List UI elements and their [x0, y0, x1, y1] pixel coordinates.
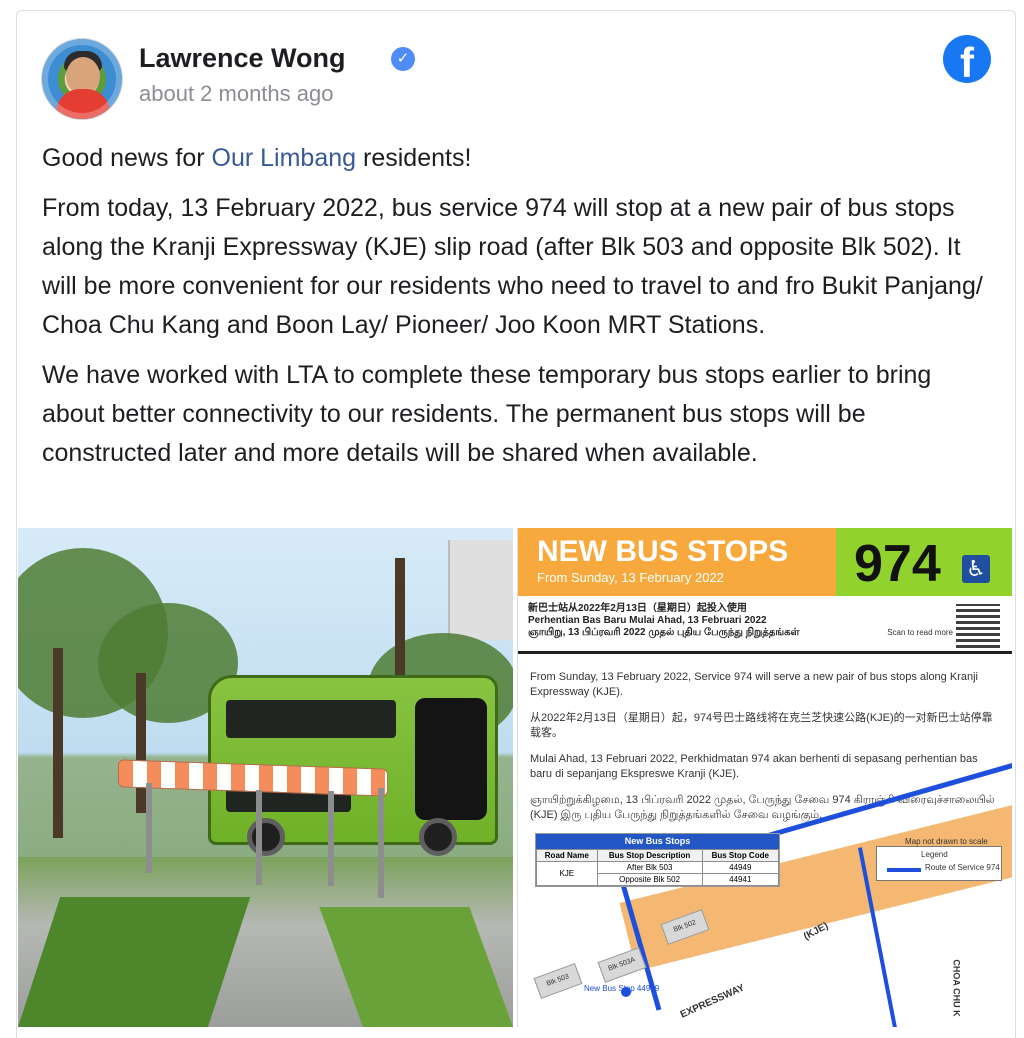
poster-body-chinese: 从2022年2月13日（星期日）起，974号巴士路线将在克兰芝快速公路(KJE)…	[530, 712, 993, 739]
bus-stop-pole	[378, 788, 384, 898]
profile-avatar[interactable]	[41, 38, 123, 120]
post-header: Lawrence Wong ✓ about 2 months ago f	[41, 33, 991, 123]
new-bus-stops-poster[interactable]: NEW BUS STOPS From Sunday, 13 February 2…	[517, 528, 1012, 1027]
table-cell: After Blk 503	[596, 861, 703, 874]
tree-trunk	[53, 648, 63, 838]
post-text-prefix: Good news for	[42, 144, 212, 172]
qr-code-icon[interactable]	[956, 604, 1000, 648]
scan-label: Scan to read more	[887, 628, 953, 637]
route-legend-line	[887, 868, 921, 872]
service-number-box: 974 ♿	[836, 528, 1012, 596]
poster-line-chinese: 新巴士站从2022年2月13日（星期日）起投入使用	[528, 603, 747, 614]
facebook-post-card: Lawrence Wong ✓ about 2 months ago f Goo…	[16, 10, 1016, 1038]
bus-stop-label: New Bus Stop 44949	[584, 984, 660, 993]
background-building	[448, 540, 513, 640]
poster-body-english: From Sunday, 13 February 2022, Service 9…	[530, 671, 978, 698]
poster-title: NEW BUS STOPS	[537, 535, 789, 568]
bus-stop-table: Road Name Bus Stop Description Bus Stop …	[536, 849, 780, 886]
table-header: Road Name	[536, 849, 598, 862]
table-header: Bus Stop Code	[701, 849, 780, 862]
legend-label: Route of Service 974	[925, 863, 1000, 872]
shelter-post	[146, 783, 152, 873]
post-text-suffix: residents!	[356, 144, 472, 172]
new-bus-stops-table: New Bus Stops Road Name Bus Stop Descrip…	[535, 833, 780, 887]
table-cell: 44949	[701, 861, 780, 874]
avatar-frame	[42, 39, 122, 119]
block-label: Blk 503A	[597, 947, 647, 983]
poster-subtitle: From Sunday, 13 February 2022	[537, 570, 724, 585]
poster-divider	[518, 651, 1012, 654]
table-header: Bus Stop Description	[596, 849, 703, 862]
table-cell: Opposite Blk 502	[596, 873, 703, 886]
shelter-post	[256, 790, 262, 885]
post-time[interactable]: about 2 months ago	[139, 81, 333, 107]
author-name[interactable]: Lawrence Wong	[139, 43, 346, 74]
service-number: 974	[854, 535, 941, 593]
poster-line-malay: Perhentian Bas Baru Mulai Ahad, 13 Febru…	[528, 615, 767, 626]
poster-body-malay: Mulai Ahad, 13 Februari 2022, Perkhidmat…	[530, 753, 978, 780]
bus-wheel	[247, 818, 285, 856]
facebook-logo-icon[interactable]: f	[943, 35, 991, 86]
table-cell: KJE	[536, 861, 598, 886]
block-label: Blk 503	[533, 963, 583, 999]
legend-title: Legend	[921, 850, 948, 859]
bus-window	[226, 700, 396, 738]
double-decker-bus	[208, 675, 498, 856]
table-row: KJE After Blk 503 44949	[536, 861, 780, 886]
bus-front	[415, 698, 487, 820]
post-paragraph-3: We have worked with LTA to complete thes…	[42, 361, 932, 467]
post-paragraph-2: From today, 13 February 2022, bus servic…	[42, 194, 983, 339]
map-legend: Legend Route of Service 974	[876, 846, 1002, 881]
wheelchair-accessible-icon: ♿	[962, 555, 990, 583]
post-text: Good news for Our Limbang residents! Fro…	[42, 139, 997, 484]
bus-stop-photo[interactable]	[18, 528, 513, 1027]
tree-trunk	[136, 673, 146, 813]
post-paragraph-1: Good news for Our Limbang residents!	[42, 139, 997, 178]
shelter-post	[328, 791, 334, 886]
verified-badge-icon: ✓	[391, 47, 415, 71]
table-cell: 44941	[701, 873, 780, 886]
road-label: CHOA CHU K	[951, 959, 962, 1017]
bus-wheel	[419, 818, 457, 856]
table-title: New Bus Stops	[536, 834, 779, 849]
our-limbang-link[interactable]: Our Limbang	[212, 144, 357, 172]
map-note: Map not drawn to scale	[905, 837, 988, 846]
post-media[interactable]: NEW BUS STOPS From Sunday, 13 February 2…	[17, 528, 1015, 1028]
